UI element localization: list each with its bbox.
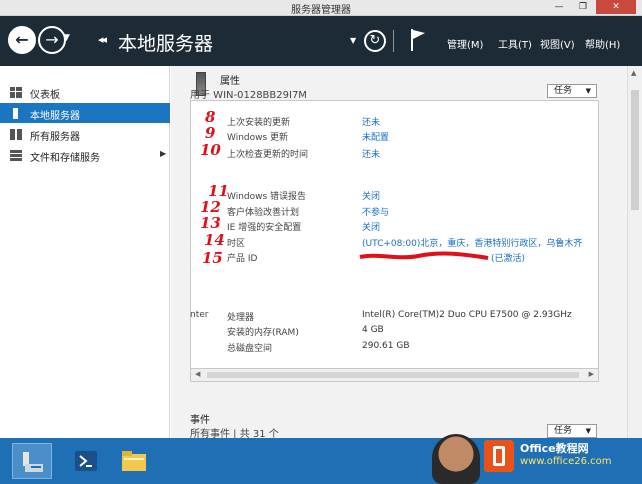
header-bar: ← → ▼ ◂◂ 本地服务器 ▼ ↻ 管理(M) 工具(T) 视图(V) 帮助(… [0, 16, 642, 66]
sidebar-item-file-storage[interactable]: 文件和存储服务 ▶ [0, 145, 170, 165]
properties-tasks-button[interactable]: 任务 ▼ [547, 84, 597, 98]
minimize-button[interactable]: — [548, 0, 570, 14]
sidebar-item-local-server[interactable]: 本地服务器 [0, 103, 170, 123]
annotation-13: 13 [200, 214, 221, 232]
prop-value-timezone[interactable]: (UTC+08:00)北京，重庆，香港特别行政区，乌鲁木齐 [362, 236, 582, 249]
menu-manage[interactable]: 管理(M) [447, 36, 483, 51]
hw-value-processor: Intel(R) Core(TM)2 Duo CPU E7500 @ 2.93G… [362, 310, 572, 320]
watermark-url: www.office26.com [520, 456, 612, 467]
sidebar-item-dashboard[interactable]: 仪表板 [0, 82, 170, 102]
sidebar-item-label: 文件和存储服务 [30, 153, 100, 164]
hw-label-processor: 处理器 [227, 313, 255, 323]
hscroll-thumb[interactable] [207, 372, 579, 378]
menu-view[interactable]: 视图(V) [540, 36, 575, 51]
annotation-10: 10 [200, 141, 221, 159]
title-bar: 服务器管理器 — ❐ ✕ [0, 0, 642, 16]
powershell-icon [75, 451, 97, 471]
prop-value-ceip[interactable]: 不参与 [362, 205, 389, 218]
prop-label-windows-update: Windows 更新 [227, 133, 289, 143]
scroll-right-icon[interactable]: ▶ [589, 370, 594, 378]
back-arrow-icon[interactable]: ← [8, 26, 36, 54]
person-photo [432, 434, 480, 484]
forward-arrow-icon[interactable]: → [38, 26, 66, 54]
scroll-thumb[interactable] [631, 90, 639, 210]
sidebar-item-label: 本地服务器 [30, 111, 80, 122]
prop-label-ceip: 客户体验改善计划 [227, 208, 300, 218]
properties-title: 属性 [220, 76, 240, 87]
maximize-button[interactable]: ❐ [572, 0, 594, 14]
annotation-9: 9 [205, 124, 216, 142]
prop-label-error-reporting: Windows 错误报告 [227, 192, 307, 202]
events-title: 事件 [190, 415, 210, 426]
chevron-down-icon: ▼ [585, 427, 591, 435]
sidebar: 仪表板 本地服务器 所有服务器 文件和存储服务 ▶ [0, 66, 170, 438]
sidebar-item-label: 所有服务器 [30, 132, 80, 143]
hw-value-disk: 290.61 GB [362, 341, 410, 351]
dashboard-icon [10, 87, 22, 98]
close-button[interactable]: ✕ [596, 0, 636, 14]
servers-icon [10, 129, 22, 140]
notification-flag-icon[interactable] [409, 28, 427, 52]
prop-value-last-update[interactable]: 还未 [362, 115, 380, 128]
window-title: 服务器管理器 [291, 5, 351, 16]
history-dropdown-icon[interactable]: ▼ [63, 33, 70, 43]
prop-label-last-update: 上次安装的更新 [227, 118, 291, 128]
refresh-dropdown-icon[interactable]: ▼ [350, 36, 356, 45]
sidebar-item-label: 仪表板 [30, 90, 60, 101]
watermark-title: Office教程网 [520, 442, 589, 455]
hardware-prefix: nter [190, 310, 209, 320]
redaction-scribble [359, 251, 489, 260]
tasks-label: 任务 [554, 86, 573, 96]
scroll-left-icon[interactable]: ◀ [195, 370, 200, 378]
annotation-15: 15 [202, 249, 223, 267]
hw-label-ram: 安装的内存(RAM) [227, 328, 299, 338]
tasks-label: 任务 [554, 426, 573, 436]
taskbar-file-explorer[interactable] [114, 443, 154, 479]
menu-help[interactable]: 帮助(H) [585, 36, 620, 51]
hw-label-disk: 总磁盘空间 [227, 344, 273, 354]
prop-label-product-id: 产品 ID [227, 254, 258, 264]
prop-value-product-id[interactable]: (已激活) [491, 251, 525, 264]
breadcrumb-arrows-icon[interactable]: ◂◂ [98, 33, 107, 46]
events-tasks-button[interactable]: 任务 ▼ [547, 424, 597, 438]
annotation-14: 14 [204, 231, 225, 249]
prop-value-last-check[interactable]: 还未 [362, 147, 380, 160]
prop-label-ie-esc: IE 增强的安全配置 [227, 223, 302, 233]
horizontal-scrollbar[interactable]: ◀ ▶ [190, 368, 599, 382]
chevron-right-icon[interactable]: ▶ [160, 149, 166, 158]
header-divider [393, 30, 394, 52]
properties-subtitle: 用于 WIN-0128BB29I7M [190, 90, 307, 101]
prop-value-ie-esc[interactable]: 关闭 [362, 220, 380, 233]
office-logo-icon [484, 440, 514, 472]
vertical-scrollbar[interactable]: ▲ [627, 66, 642, 438]
menu-tools[interactable]: 工具(T) [498, 36, 532, 51]
taskbar-server-manager[interactable] [12, 443, 52, 479]
chevron-down-icon: ▼ [585, 87, 591, 95]
sidebar-item-all-servers[interactable]: 所有服务器 [0, 124, 170, 144]
hw-value-ram: 4 GB [362, 325, 384, 335]
folder-icon [122, 451, 146, 471]
page-title: 本地服务器 [118, 33, 214, 55]
refresh-icon[interactable]: ↻ [364, 30, 386, 52]
prop-value-error-reporting[interactable]: 关闭 [362, 189, 380, 202]
taskbar-powershell[interactable] [66, 443, 106, 479]
server-manager-icon [23, 452, 43, 472]
prop-label-last-check: 上次检查更新的时间 [227, 150, 309, 160]
server-icon [13, 108, 18, 119]
prop-value-windows-update[interactable]: 未配置 [362, 130, 389, 143]
scroll-up-icon[interactable]: ▲ [631, 69, 636, 77]
prop-label-timezone: 时区 [227, 239, 246, 249]
storage-icon [10, 150, 22, 161]
